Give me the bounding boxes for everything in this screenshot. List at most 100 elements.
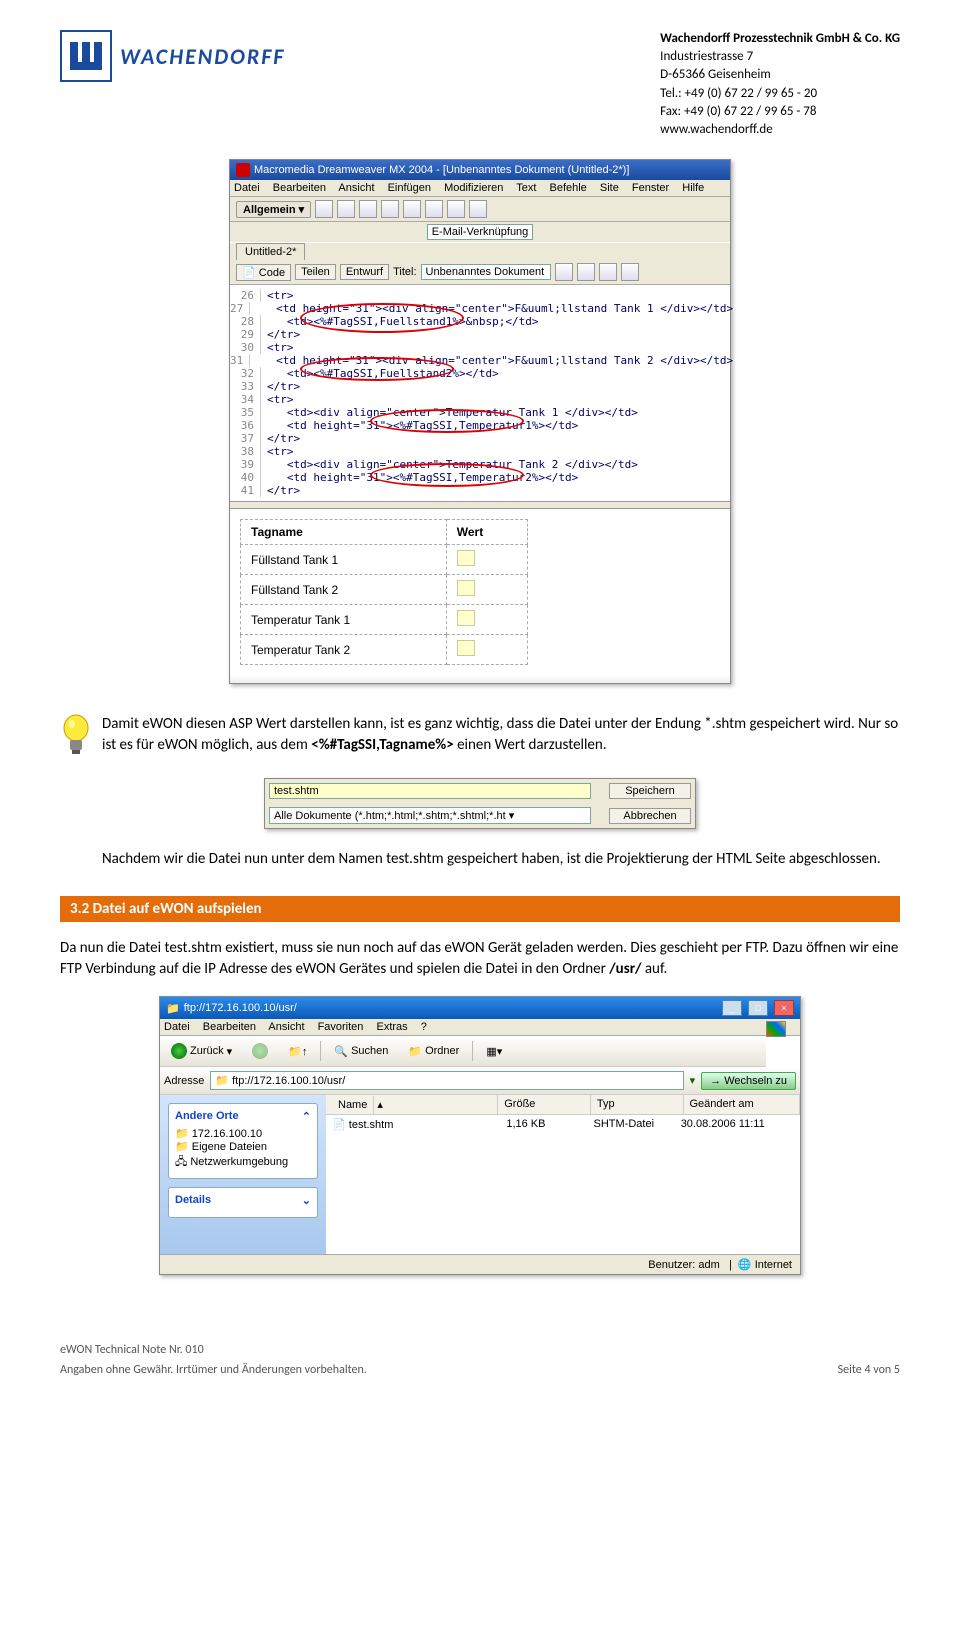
go-button[interactable]: → Wechseln zu	[701, 1072, 796, 1090]
save-button[interactable]: Speichern	[609, 783, 691, 799]
tasks-sidebar: Andere Orte ⌃ 📁 172.16.100.10 📁 Eigene Da…	[160, 1095, 326, 1254]
panel-title: Andere Orte	[175, 1110, 239, 1123]
tool-icon[interactable]	[577, 263, 595, 281]
cancel-button[interactable]: Abbrechen	[609, 808, 691, 824]
col-type[interactable]: Typ	[591, 1095, 684, 1114]
col-tagname: Tagname	[241, 520, 447, 545]
tool-icon[interactable]	[447, 200, 465, 218]
collapse-icon[interactable]: ⌃	[302, 1110, 311, 1123]
filetype-dropdown[interactable]: Alle Dokumente (*.htm;*.html;*.shtm;*.sh…	[269, 807, 591, 824]
minimize-button[interactable]: _	[722, 1000, 742, 1016]
menu-item[interactable]: Befehle	[549, 182, 586, 194]
menu-item[interactable]: Bearbeiten	[273, 182, 326, 194]
col-size[interactable]: Größe	[498, 1095, 591, 1114]
menu-item[interactable]: Ansicht	[338, 182, 374, 194]
row-label: Füllstand Tank 2	[241, 575, 447, 605]
footer-docref: eWON Technical Note Nr. 010	[60, 1343, 367, 1357]
menu-item[interactable]: Extras	[376, 1021, 407, 1033]
design-preview: TagnameWert Füllstand Tank 1 Füllstand T…	[230, 509, 730, 675]
code-line: <td height="31"><div align="center">F&uu…	[250, 302, 733, 315]
menu-item[interactable]: Datei	[164, 1021, 190, 1033]
tool-icon[interactable]	[315, 200, 333, 218]
category-dropdown[interactable]: Allgemein ▾	[236, 201, 311, 218]
menubar: Datei Bearbeiten Ansicht Einfügen Modifi…	[230, 180, 730, 197]
sidebar-link[interactable]: 🖧 Netzwerkumgebung	[175, 1153, 311, 1172]
code-line: <td><%#TagSSI,Fuellstand1%>&nbsp;</td>	[261, 315, 539, 328]
menu-item[interactable]: ?	[421, 1021, 427, 1033]
dreamweaver-screenshot: Macromedia Dreamweaver MX 2004 - [Unbena…	[229, 159, 731, 684]
menu-item[interactable]: Hilfe	[682, 182, 704, 194]
tool-icon[interactable]	[425, 200, 443, 218]
tool-icon[interactable]	[403, 200, 421, 218]
code-view-button[interactable]: 📄 Code	[236, 264, 291, 281]
up-button[interactable]: 📁↑	[281, 1042, 314, 1061]
tool-icon[interactable]	[555, 263, 573, 281]
code-line: <tr>	[261, 289, 294, 302]
code-line: <td height="31"><%#TagSSI,Temperatur1%><…	[261, 419, 578, 432]
value-placeholder	[457, 550, 475, 566]
tip-block: Damit eWON diesen ASP Wert darstellen ka…	[60, 714, 900, 758]
menu-item[interactable]: Datei	[234, 182, 260, 194]
menu-item[interactable]: Favoriten	[318, 1021, 364, 1033]
tool-icon[interactable]	[599, 263, 617, 281]
code-line: </tr>	[261, 432, 300, 445]
title-input[interactable]: Unbenanntes Dokument	[421, 264, 551, 280]
tool-icon[interactable]	[337, 200, 355, 218]
menu-item[interactable]: Bearbeiten	[203, 1021, 256, 1033]
web: www.wachendorff.de	[660, 121, 900, 139]
maximize-button[interactable]: □	[748, 1000, 768, 1016]
menu-item[interactable]: Einfügen	[388, 182, 431, 194]
tool-icon[interactable]	[381, 200, 399, 218]
tool-icon[interactable]	[621, 263, 639, 281]
col-date[interactable]: Geändert am	[684, 1095, 801, 1114]
search-button[interactable]: 🔍 Suchen	[327, 1042, 395, 1061]
toolbar: Zurück ▾ 📁↑ 🔍 Suchen 📁 Ordner ▦▾	[160, 1036, 766, 1067]
views-button[interactable]: ▦▾	[479, 1042, 509, 1061]
menu-item[interactable]: Site	[600, 182, 619, 194]
close-button[interactable]: ×	[774, 1000, 794, 1016]
folders-button[interactable]: 📁 Ordner	[401, 1042, 466, 1061]
window-titlebar: 📁 ftp://172.16.100.10/usr/ _ □ ×	[160, 997, 800, 1019]
footer-disclaimer: Angaben ohne Gewähr. Irrtümer und Änderu…	[60, 1363, 367, 1377]
tool-icon[interactable]	[469, 200, 487, 218]
menu-item[interactable]: Fenster	[632, 182, 669, 194]
status-zone: Internet	[755, 1259, 792, 1271]
col-name[interactable]: Name ▴	[326, 1095, 498, 1114]
back-button[interactable]: Zurück ▾	[164, 1040, 239, 1062]
sidebar-link[interactable]: 📁 172.16.100.10	[175, 1127, 311, 1140]
document-tab[interactable]: Untitled-2*	[236, 243, 305, 260]
section-heading: 3.2 Datei auf eWON aufspielen	[60, 896, 900, 922]
filename-input[interactable]: test.shtm	[269, 783, 591, 799]
windows-flag-icon	[766, 1021, 786, 1037]
tip-text: Damit eWON diesen ASP Wert darstellen ka…	[102, 714, 900, 758]
code-line: <tr>	[261, 393, 294, 406]
status-bar: Benutzer: adm | 🌐 Internet	[160, 1254, 800, 1274]
design-view-button[interactable]: Entwurf	[340, 264, 389, 280]
menu-item[interactable]: Text	[516, 182, 536, 194]
split-view-button[interactable]: Teilen	[295, 264, 336, 280]
file-row[interactable]: 📄 test.shtm 1,16 KB SHTM-Datei 30.08.200…	[326, 1115, 800, 1134]
status-user: Benutzer: adm	[648, 1259, 720, 1271]
col-wert: Wert	[446, 520, 527, 545]
logo-icon	[60, 30, 112, 82]
paragraph: Da nun die Datei test.shtm existiert, mu…	[60, 938, 900, 980]
insert-toolbar: Allgemein ▾	[230, 197, 730, 222]
page-header: WACHENDORFF Wachendorff Prozesstechnik G…	[60, 30, 900, 139]
address-input[interactable]: 📁 ftp://172.16.100.10/usr/	[210, 1071, 683, 1090]
back-icon	[171, 1043, 187, 1059]
document-toolbar: 📄 Code Teilen Entwurf Titel: Unbenanntes…	[230, 260, 730, 285]
menu-item[interactable]: Modifizieren	[444, 182, 503, 194]
company-name: Wachendorff Prozesstechnik GmbH & Co. KG	[660, 30, 900, 48]
other-places-panel: Andere Orte ⌃ 📁 172.16.100.10 📁 Eigene Da…	[168, 1103, 318, 1179]
forward-button[interactable]	[245, 1040, 275, 1062]
sidebar-link[interactable]: 📁 Eigene Dateien	[175, 1140, 311, 1153]
window-title: Macromedia Dreamweaver MX 2004 - [Unbena…	[254, 164, 629, 176]
logo: WACHENDORFF	[60, 30, 285, 82]
expand-icon[interactable]: ⌄	[302, 1194, 311, 1207]
code-line: <tr>	[261, 445, 294, 458]
tool-icon[interactable]	[359, 200, 377, 218]
code-line: </tr>	[261, 380, 300, 393]
menu-item[interactable]: Ansicht	[268, 1021, 304, 1033]
page-number: Seite 4 von 5	[838, 1363, 900, 1377]
row-label: Temperatur Tank 1	[241, 605, 447, 635]
